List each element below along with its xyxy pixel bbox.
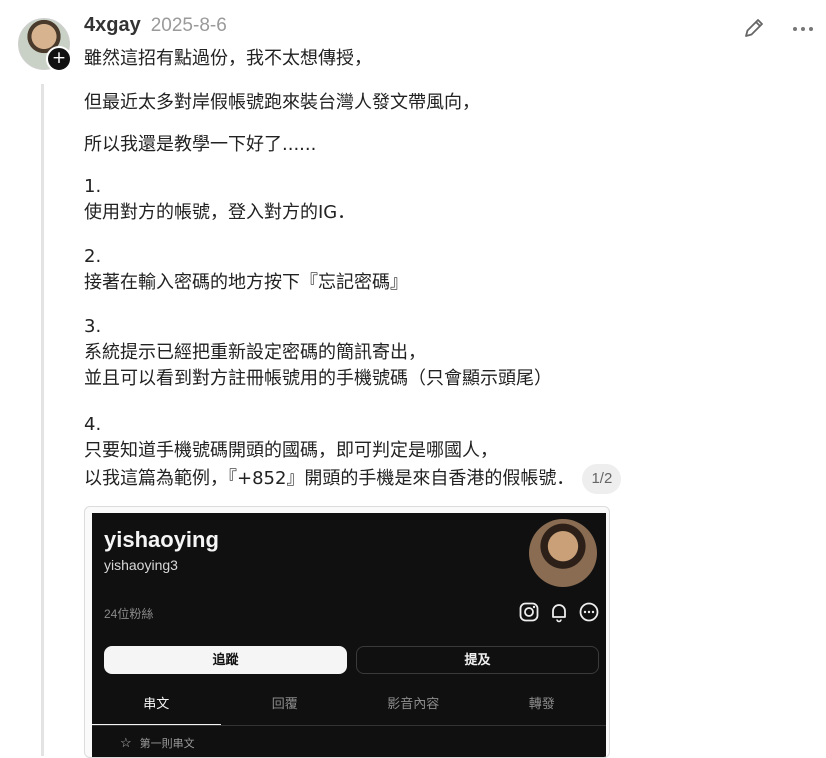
bell-icon [548,601,570,623]
post-line: 所以我還是教學一下好了...... [84,134,317,155]
post-line: 2. [84,246,102,267]
follow-plus-icon[interactable]: + [46,46,72,72]
post-line: 4. [84,414,102,435]
instagram-icon [518,601,540,623]
profile-handle: yishaoying3 [104,557,178,573]
more-horizontal-icon[interactable] [790,16,816,42]
tab-replies: 回覆 [271,696,298,711]
threads-profile: yishaoying yishaoying3 24位粉絲 追蹤 提及 串文 回覆… [92,513,606,757]
post-line: 使用對方的帳號，登入對方的IG． [84,202,356,223]
tab-reposts: 轉發 [528,696,555,711]
post-line: 1. [84,176,102,197]
mention-button: 提及 [356,646,599,674]
post-line: 雖然這招有點過份，我不太想傳授， [84,48,372,69]
tab-media: 影音內容 [387,696,440,711]
profile-followers: 24位粉絲 [104,607,154,621]
post-line: 3. [84,316,102,337]
profile-tabs: 串文 回覆 影音內容 轉發 [92,685,606,726]
post-line-last: 以我這篇為範例，『+852』開頭的手機是來自香港的假帳號． 1/2 [84,464,622,494]
username[interactable]: 4xgay [84,14,141,37]
profile-icons [518,601,600,623]
follow-button: 追蹤 [104,646,347,674]
tab-threads: 串文 [92,685,221,725]
post-line: 並且可以看到對方註冊帳號用的手機號碼（只會顯示頭尾） [84,368,552,389]
ellipsis-circle-icon [578,601,600,623]
first-post-row: ☆ 第一則串文 [120,735,195,751]
thread-line [41,84,44,756]
post-line: 只要知道手機號碼開頭的國碼，即可判定是哪國人， [84,440,498,461]
pencil-icon[interactable] [741,15,767,41]
post-line: 但最近太多對岸假帳號跑來裝台灣人發文帶風向， [84,92,480,113]
post-header: 4xgay 2025-8-6 [84,14,227,44]
profile-display-name: yishaoying [104,527,219,552]
embedded-screenshot[interactable]: yishaoying yishaoying3 24位粉絲 追蹤 提及 串文 回覆… [84,506,610,758]
post-line-text: 以我這篇為範例，『+852』開頭的手機是來自香港的假帳號． [84,468,575,489]
page-badge[interactable]: 1/2 [582,464,622,494]
first-post-label: 第一則串文 [139,738,195,750]
star-icon: ☆ [120,735,132,750]
post-line: 接著在輸入密碼的地方按下『忘記密碼』 [84,272,408,293]
post-date: 2025-8-6 [150,15,227,36]
profile-avatar [529,519,597,587]
post-line: 系統提示已經把重新設定密碼的簡訊寄出， [84,342,426,363]
user-avatar-wrap[interactable]: + [18,18,72,72]
